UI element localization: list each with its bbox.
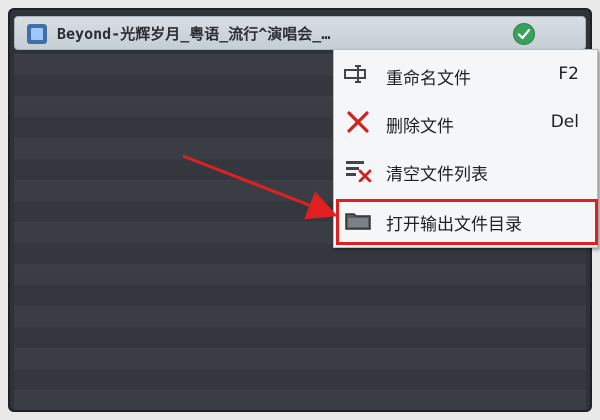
menu-item-label: 清空文件列表	[386, 165, 488, 185]
delete-x-icon	[344, 110, 372, 134]
menu-item-label: 删除文件	[386, 117, 454, 137]
menu-item-clear-list[interactable]: 清空文件列表	[334, 150, 597, 190]
file-row-header[interactable]: Beyond-光辉岁月_粤语_流行^演唱会_…	[14, 16, 586, 50]
annotation-highlight-box	[336, 199, 598, 245]
video-file-icon	[27, 24, 47, 44]
empty-row	[14, 306, 586, 327]
menu-item-shortcut: F2	[558, 64, 579, 84]
context-menu: 重命名文件 F2 删除文件 Del 清空文件列表 打开输出文件目录	[333, 49, 598, 248]
menu-item-shortcut: Del	[550, 112, 579, 132]
clear-list-icon	[344, 158, 372, 183]
empty-row	[14, 264, 586, 285]
check-circle-icon	[513, 23, 535, 45]
file-title: Beyond-光辉岁月_粤语_流行^演唱会_…	[57, 25, 331, 43]
empty-row	[14, 411, 586, 412]
menu-item-label: 重命名文件	[386, 69, 471, 89]
empty-row	[14, 285, 586, 306]
rename-icon	[344, 62, 372, 86]
menu-item-delete[interactable]: 删除文件 Del	[334, 102, 597, 142]
empty-row	[14, 348, 586, 369]
empty-row	[14, 369, 586, 390]
menu-item-rename[interactable]: 重命名文件 F2	[334, 54, 597, 94]
empty-row	[14, 327, 586, 348]
empty-row	[14, 390, 586, 410]
